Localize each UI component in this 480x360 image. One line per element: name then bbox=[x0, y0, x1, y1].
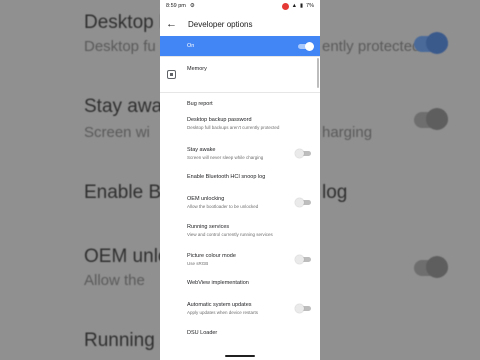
setting-subtitle: Desktop full backups aren't currently pr… bbox=[187, 125, 280, 130]
setting-bluetooth-hci-snoop[interactable]: Enable Bluetooth HCI snoop log bbox=[160, 174, 320, 196]
bg-text: Screen wi bbox=[84, 124, 150, 141]
back-arrow-icon[interactable]: ← bbox=[166, 18, 182, 30]
signal-icon: ▲ bbox=[291, 3, 298, 9]
status-time: 8:59 pm bbox=[166, 3, 186, 9]
setting-title: Automatic system updates bbox=[187, 302, 252, 308]
setting-title: WebView implementation bbox=[187, 280, 249, 286]
setting-subtitle: Screen will never sleep while charging bbox=[187, 155, 264, 160]
bg-text: Desktop b bbox=[84, 12, 170, 33]
bg-text: Allow the bbox=[84, 272, 145, 289]
setting-title: Desktop backup password bbox=[187, 117, 252, 123]
setting-subtitle: Allow the bootloader to be unlocked bbox=[187, 204, 259, 209]
screen-record-icon bbox=[281, 2, 289, 10]
setting-stay-awake[interactable]: Stay awake Screen will never sleep while… bbox=[160, 145, 320, 174]
settings-notification-icon: ⚙ bbox=[189, 3, 195, 9]
setting-title: Running services bbox=[187, 224, 230, 230]
setting-subtitle: Use sRGB bbox=[187, 261, 209, 266]
picture-colour-mode-toggle[interactable] bbox=[295, 255, 311, 264]
setting-title: DSU Loader bbox=[187, 330, 218, 336]
bg-text: Stay awa bbox=[84, 96, 163, 117]
bg-toggle bbox=[414, 32, 448, 54]
setting-webview-implementation[interactable]: WebView implementation bbox=[160, 280, 320, 302]
page-title: Developer options bbox=[188, 19, 253, 29]
setting-picture-colour-mode[interactable]: Picture colour mode Use sRGB bbox=[160, 253, 320, 280]
setting-desktop-backup-password[interactable]: Desktop backup password Desktop full bac… bbox=[160, 115, 320, 145]
phone-screen: 8:59 pm ⚙ ▲ ▮ 7% ← Developer options On … bbox=[160, 0, 320, 360]
setting-dsu-loader[interactable]: DSU Loader bbox=[160, 330, 320, 346]
memory-chip-icon bbox=[167, 70, 176, 79]
setting-subtitle: Apply updates when device restarts bbox=[187, 310, 259, 315]
automatic-updates-toggle[interactable] bbox=[295, 304, 311, 313]
home-indicator[interactable] bbox=[225, 355, 255, 357]
battery-icon: ▮ bbox=[300, 3, 304, 9]
scrollbar[interactable] bbox=[317, 58, 319, 88]
master-toggle[interactable] bbox=[298, 41, 314, 51]
setting-title: Stay awake bbox=[187, 147, 216, 153]
bg-text: Desktop fu bbox=[84, 38, 156, 55]
setting-running-services[interactable]: Running services View and control curren… bbox=[160, 224, 320, 253]
setting-automatic-system-updates[interactable]: Automatic system updates Apply updates w… bbox=[160, 302, 320, 330]
bg-text: log bbox=[322, 182, 348, 203]
bg-text: Enable Bl bbox=[84, 182, 166, 203]
setting-subtitle: View and control currently running servi… bbox=[187, 232, 273, 237]
setting-title: Enable Bluetooth HCI snoop log bbox=[187, 174, 266, 180]
setting-title: Memory bbox=[187, 66, 207, 72]
bg-text: harging bbox=[322, 124, 373, 141]
setting-memory[interactable]: Memory bbox=[160, 57, 320, 92]
status-bar: 8:59 pm ⚙ ▲ ▮ 7% bbox=[160, 0, 320, 12]
stay-awake-toggle[interactable] bbox=[295, 149, 311, 158]
setting-oem-unlocking[interactable]: OEM unlocking Allow the bootloader to be… bbox=[160, 196, 320, 224]
setting-title: Picture colour mode bbox=[187, 253, 236, 259]
bg-toggle bbox=[414, 108, 448, 130]
developer-options-master-switch[interactable]: On bbox=[160, 36, 320, 56]
setting-bug-report[interactable]: Bug report bbox=[160, 93, 320, 115]
battery-percent: 7% bbox=[306, 3, 314, 9]
master-switch-label: On bbox=[187, 43, 195, 49]
setting-title: OEM unlocking bbox=[187, 196, 225, 202]
bg-toggle bbox=[414, 256, 448, 278]
setting-title: Bug report bbox=[187, 101, 213, 107]
bg-text: Running s bbox=[84, 330, 170, 351]
app-bar: ← Developer options bbox=[160, 12, 320, 36]
bg-text: OEM unlo bbox=[84, 246, 169, 267]
bg-text: ently protected bbox=[322, 38, 421, 55]
oem-unlocking-toggle[interactable] bbox=[295, 198, 311, 207]
